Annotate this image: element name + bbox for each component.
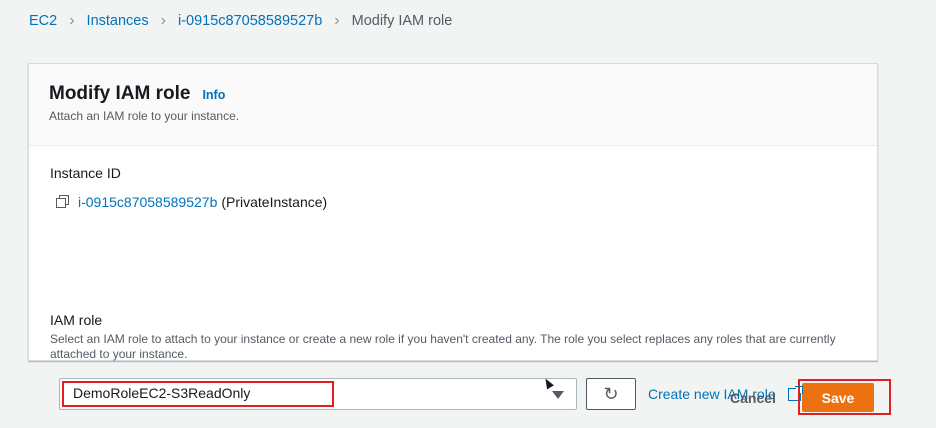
breadcrumb-current: Modify IAM role bbox=[351, 13, 453, 29]
instance-id-label: Instance ID bbox=[50, 165, 121, 181]
cancel-button[interactable]: Cancel bbox=[718, 383, 788, 413]
info-link[interactable]: Info bbox=[202, 88, 225, 102]
chevron-right-icon: › bbox=[69, 12, 75, 29]
modify-iam-role-panel: Modify IAM role Info Attach an IAM role … bbox=[28, 63, 878, 410]
breadcrumb: EC2 › Instances › i-0915c87058589527b › … bbox=[29, 12, 452, 30]
breadcrumb-instance-id[interactable]: i-0915c87058589527b bbox=[178, 13, 322, 29]
iam-role-description: Select an IAM role to attach to your ins… bbox=[50, 332, 836, 361]
breadcrumb-instances[interactable]: Instances bbox=[87, 13, 149, 29]
chevron-right-icon: › bbox=[160, 12, 166, 29]
copy-icon[interactable] bbox=[56, 195, 70, 209]
page-title: Modify IAM role bbox=[49, 83, 191, 104]
iam-role-selected-value: DemoRoleEC2-S3ReadOnly bbox=[62, 381, 334, 407]
instance-name: (PrivateInstance) bbox=[221, 194, 328, 210]
instance-id-row: i-0915c87058589527b (PrivateInstance) bbox=[56, 194, 327, 210]
panel-header: Modify IAM role Info Attach an IAM role … bbox=[29, 64, 877, 146]
caret-down-icon[interactable] bbox=[552, 391, 564, 399]
panel-description: Attach an IAM role to your instance. bbox=[49, 109, 240, 123]
iam-role-select[interactable]: DemoRoleEC2-S3ReadOnly bbox=[59, 378, 577, 410]
save-button[interactable]: Save bbox=[802, 383, 874, 412]
iam-role-label: IAM role bbox=[50, 312, 103, 328]
refresh-button[interactable]: ↻ bbox=[586, 378, 636, 410]
instance-id-link[interactable]: i-0915c87058589527b bbox=[78, 194, 217, 210]
breadcrumb-ec2[interactable]: EC2 bbox=[29, 13, 57, 29]
refresh-icon: ↻ bbox=[603, 383, 619, 404]
chevron-right-icon: › bbox=[334, 12, 340, 29]
